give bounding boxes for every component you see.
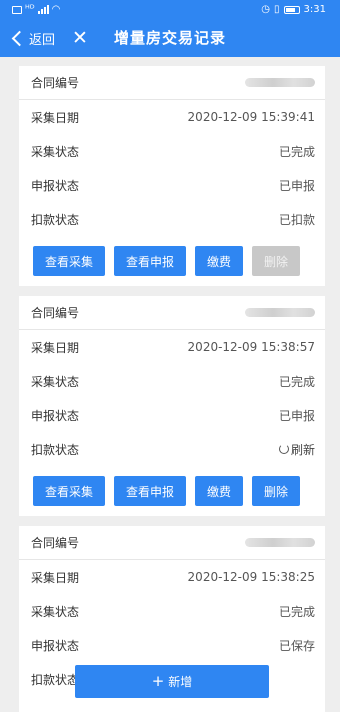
status-left: ᴴᴰ ◠ [12,4,60,15]
declare-status-row: 申报状态 已申报 [19,168,325,202]
collect-status-label: 采集状态 [31,604,80,619]
plus-icon: + [151,672,165,690]
collect-status-row: 采集状态 已完成 [19,594,325,628]
wifi-icon: ◠ [51,4,61,15]
collect-status-label: 采集状态 [31,374,80,389]
refresh-label: 刷新 [290,442,315,457]
alarm-icon: ◷ [261,4,271,15]
action-bar: 查看采集 查看申报 缴费 删除 [19,466,325,506]
declare-status-label: 申报状态 [31,408,80,423]
declare-status-value: 已保存 [278,638,315,653]
declare-status-value: 已申报 [278,178,315,193]
title-bar: 增量房交易记录 返回 ✕ [0,19,340,57]
battery-icon [283,5,300,14]
declare-status-label: 申报状态 [31,178,80,193]
date-label: 采集日期 [31,570,80,585]
status-time: 3:31 [303,4,326,15]
status-bar: ᴴᴰ ◠ ◷ ▯ 3:31 [0,0,340,19]
view-collect-button[interactable]: 查看采集 [33,476,105,506]
declare-status-value: 已申报 [278,408,315,423]
contract-label: 合同编号 [31,76,80,90]
contract-row: 合同编号 [19,66,325,100]
declare-status-row: 申报状态 已申报 [19,398,325,432]
deduct-status-label: 扣款状态 [31,672,80,687]
record-card: 合同编号 采集日期 2020-12-09 15:39:41 采集状态 已完成 申… [19,66,325,286]
declare-status-label: 申报状态 [31,638,80,653]
hd-indicator: ᴴᴰ [25,4,35,15]
contract-number-redacted [245,78,315,87]
refresh-icon [278,444,289,454]
date-value: 2020-12-09 15:38:57 [187,340,315,354]
contract-row: 合同编号 [19,526,325,560]
refresh-link[interactable]: 刷新 [278,441,315,458]
date-row: 采集日期 2020-12-09 15:38:25 [19,560,325,594]
date-row: 采集日期 2020-12-09 15:39:41 [19,100,325,134]
signal-icon [37,5,49,14]
delete-button-disabled: 删除 [252,246,300,276]
contract-number-redacted [245,538,315,547]
contract-label: 合同编号 [31,306,80,320]
add-label: 新增 [168,675,193,689]
app-header: ᴴᴰ ◠ ◷ ▯ 3:31 增量房交易记录 返回 ✕ [0,0,340,57]
status-right: ◷ ▯ 3:31 [261,4,326,15]
date-label: 采集日期 [31,340,80,355]
deduct-status-label: 扣款状态 [31,442,80,457]
pay-button[interactable]: 缴费 [195,246,243,276]
collect-status-value: 已完成 [278,144,315,159]
deduct-status-value: 已扣款 [278,212,315,227]
contract-number-redacted [245,308,315,317]
delete-button[interactable]: 删除 [252,476,300,506]
record-card: 合同编号 采集日期 2020-12-09 15:38:57 采集状态 已完成 申… [19,296,325,516]
date-value: 2020-12-09 15:39:41 [187,110,315,124]
view-declare-button[interactable]: 查看申报 [114,246,186,276]
add-record-button[interactable]: + 新增 [75,665,269,698]
back-button[interactable]: 返回 [10,26,55,50]
collect-status-row: 采集状态 已完成 [19,134,325,168]
date-row: 采集日期 2020-12-09 15:38:57 [19,330,325,364]
action-bar: 查看采集 查看申报 缴费 删除 [19,236,325,276]
deduct-status-row: 扣款状态 刷新 [19,432,325,466]
deduct-status-label: 扣款状态 [31,212,80,227]
collect-status-row: 采集状态 已完成 [19,364,325,398]
declare-status-row: 申报状态 已保存 [19,628,325,662]
deduct-status-row: 扣款状态 已扣款 [19,202,325,236]
back-label: 返回 [29,32,56,48]
chevron-left-icon [11,30,28,46]
contract-row: 合同编号 [19,296,325,330]
close-icon[interactable]: ✕ [68,25,92,51]
view-declare-button[interactable]: 查看申报 [114,476,186,506]
pay-button[interactable]: 缴费 [195,476,243,506]
collect-status-value: 已完成 [278,374,315,389]
date-value: 2020-12-09 15:38:25 [187,570,315,584]
date-label: 采集日期 [31,110,80,125]
vibrate-icon: ▯ [274,4,280,15]
view-collect-button[interactable]: 查看采集 [33,246,105,276]
collect-status-label: 采集状态 [31,144,80,159]
notification-icon [12,5,22,14]
contract-label: 合同编号 [31,536,80,550]
collect-status-value: 已完成 [278,604,315,619]
